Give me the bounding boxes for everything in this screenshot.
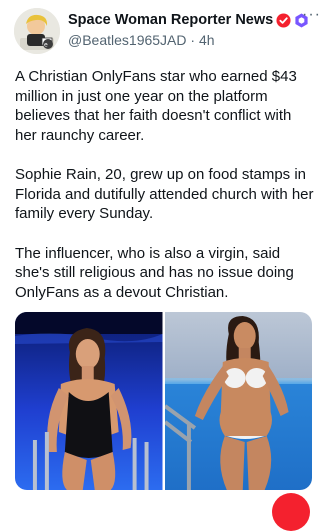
author-handle[interactable]: @Beatles1965JAD: [68, 32, 187, 48]
display-name[interactable]: Space Woman Reporter News: [68, 12, 273, 28]
post-paragraph-3: The influencer, who is also a virgin, sa…: [15, 244, 294, 301]
post-paragraph-2: Sophie Rain, 20, grew up on food stamps …: [15, 166, 314, 222]
svg-text:e: e: [44, 42, 48, 49]
media-photo-1[interactable]: [15, 312, 163, 490]
photo-pool-night: [15, 312, 163, 490]
avatar-illustration: e: [14, 8, 60, 54]
compose-button[interactable]: [272, 493, 310, 531]
handle-row: @Beatles1965JAD · 4h: [68, 32, 319, 48]
author-avatar[interactable]: e: [14, 8, 60, 54]
post-text: A Christian OnlyFans star who earned $43…: [15, 67, 315, 322]
post-card[interactable]: e Space Woman Reporter News @Beatles1965…: [0, 0, 327, 531]
post-time[interactable]: 4h: [199, 32, 215, 48]
more-options-icon[interactable]: ···: [302, 7, 321, 23]
separator-dot: ·: [190, 32, 199, 48]
post-paragraph-1: A Christian OnlyFans star who earned $43…: [15, 68, 297, 144]
media-photo-2[interactable]: [164, 312, 312, 490]
photo-pool-day: [164, 312, 312, 490]
verified-badge-icon[interactable]: [276, 12, 291, 28]
post-header: Space Woman Reporter News @Beatles1965JA…: [68, 11, 319, 51]
media-grid: [15, 312, 312, 490]
name-row: Space Woman Reporter News: [68, 11, 319, 29]
